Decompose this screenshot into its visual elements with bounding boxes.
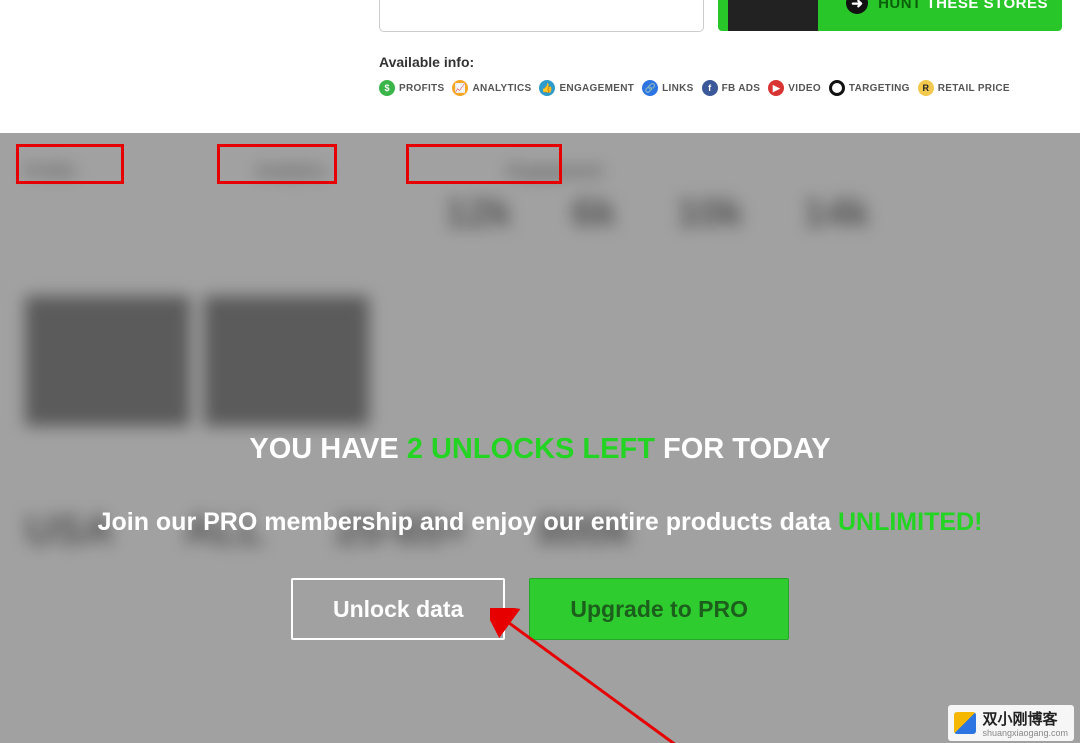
search-input[interactable] <box>379 0 704 32</box>
locked-content-section: Profits Analytics Engagement 12k 6k 10k … <box>0 133 1080 743</box>
target-icon <box>829 80 845 96</box>
play-icon: ▶ <box>768 80 784 96</box>
hunt-banner-text: HUNT THESE STORES <box>878 0 1048 12</box>
hunt-stores-banner[interactable]: ➜ HUNT THESE STORES <box>718 0 1062 31</box>
arrow-right-icon: ➜ <box>846 0 868 14</box>
badge-links: 🔗LINKS <box>642 80 694 96</box>
info-badges: $PROFITS 📈ANALYTICS 👍ENGAGEMENT 🔗LINKS f… <box>379 80 1010 96</box>
highlight-box-profits <box>16 144 124 184</box>
badge-profits: $PROFITS <box>379 80 444 96</box>
watermark: 双小刚博客 shuangxiaogang.com <box>948 705 1074 741</box>
pro-membership-text: Join our PRO membership and enjoy our en… <box>0 508 1080 537</box>
badge-video: ▶VIDEO <box>768 80 821 96</box>
badge-retail: RRETAIL PRICE <box>918 80 1010 96</box>
thumbs-up-icon: 👍 <box>539 80 555 96</box>
retail-icon: R <box>918 80 934 96</box>
unlock-overlay: YOU HAVE 2 UNLOCKS LEFT FOR TODAY Join o… <box>0 433 1080 537</box>
badge-engagement: 👍ENGAGEMENT <box>539 80 634 96</box>
dollar-icon: $ <box>379 80 395 96</box>
upgrade-pro-button[interactable]: Upgrade to PRO <box>529 578 789 640</box>
unlocks-left-text: YOU HAVE 2 UNLOCKS LEFT FOR TODAY <box>0 433 1080 466</box>
hunt-illustration <box>728 0 818 31</box>
link-icon: 🔗 <box>642 80 658 96</box>
badge-targeting: TARGETING <box>829 80 910 96</box>
highlight-box-analytics <box>217 144 337 184</box>
watermark-logo-icon <box>954 712 976 734</box>
top-section: ➜ HUNT THESE STORES Available info: $PRO… <box>0 0 1080 133</box>
facebook-icon: f <box>702 80 718 96</box>
watermark-title: 双小刚博客 <box>982 711 1057 728</box>
watermark-domain: shuangxiaogang.com <box>982 729 1068 738</box>
cta-row: Unlock data Upgrade to PRO <box>0 578 1080 640</box>
chart-icon: 📈 <box>452 80 468 96</box>
badge-fbads: fFB ADS <box>702 80 761 96</box>
badge-analytics: 📈ANALYTICS <box>452 80 531 96</box>
highlight-box-engagement <box>406 144 562 184</box>
available-info-label: Available info: <box>379 54 474 70</box>
unlock-data-button[interactable]: Unlock data <box>291 578 505 640</box>
